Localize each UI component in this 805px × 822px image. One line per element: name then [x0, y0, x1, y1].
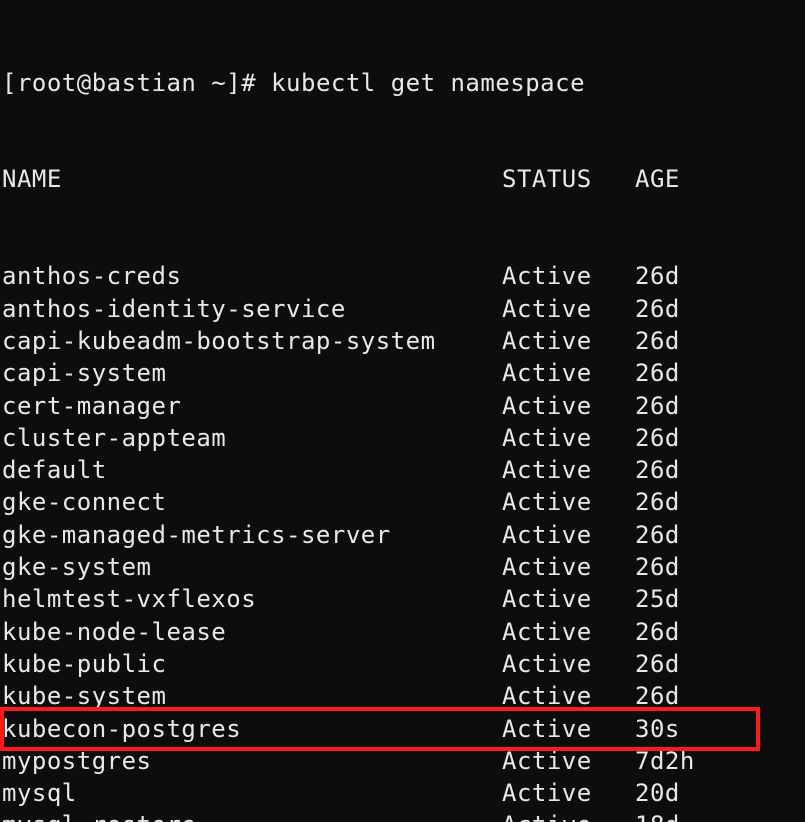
cell-name: cluster-appteam [2, 422, 502, 454]
cell-age: 26d [635, 325, 785, 357]
cell-age: 25d [635, 583, 785, 615]
cell-status: Active [502, 357, 635, 389]
cell-status: Active [502, 325, 635, 357]
cell-age: 30s [635, 713, 785, 745]
cell-age: 18d [635, 809, 785, 822]
terminal-output: [root@bastian ~]# kubectl get namespace … [0, 0, 805, 822]
table-row: gke-connectActive26d [2, 486, 805, 518]
table-row: anthos-identity-serviceActive26d [2, 293, 805, 325]
cell-name: kube-node-lease [2, 616, 502, 648]
table-row: gke-systemActive26d [2, 551, 805, 583]
cell-age: 26d [635, 422, 785, 454]
cell-name: anthos-creds [2, 260, 502, 292]
table-row: mysqlActive20d [2, 777, 805, 809]
cell-status: Active [502, 293, 635, 325]
cell-status: Active [502, 777, 635, 809]
cell-status: Active [502, 551, 635, 583]
cell-age: 26d [635, 454, 785, 486]
cell-name: helmtest-vxflexos [2, 583, 502, 615]
table-row: kubecon-postgresActive30s [2, 713, 805, 745]
cell-status: Active [502, 680, 635, 712]
cell-name: gke-system [2, 551, 502, 583]
table-row: cluster-appteamActive26d [2, 422, 805, 454]
cell-status: Active [502, 454, 635, 486]
header-status: STATUS [502, 163, 635, 195]
cell-age: 26d [635, 551, 785, 583]
table-row: capi-kubeadm-bootstrap-systemActive26d [2, 325, 805, 357]
table-row: anthos-credsActive26d [2, 260, 805, 292]
cell-status: Active [502, 519, 635, 551]
cell-name: mysql [2, 777, 502, 809]
table-header-row: NAME STATUS AGE [2, 163, 805, 195]
cell-name: kube-system [2, 680, 502, 712]
table-row: mypostgresActive7d2h [2, 745, 805, 777]
cell-age: 26d [635, 293, 785, 325]
cell-status: Active [502, 390, 635, 422]
cell-age: 20d [635, 777, 785, 809]
cell-age: 7d2h [635, 745, 785, 777]
cell-name: mypostgres [2, 745, 502, 777]
cell-age: 26d [635, 616, 785, 648]
cell-name: default [2, 454, 502, 486]
cell-status: Active [502, 422, 635, 454]
cell-name: anthos-identity-service [2, 293, 502, 325]
cell-name: gke-managed-metrics-server [2, 519, 502, 551]
cell-status: Active [502, 486, 635, 518]
cell-status: Active [502, 648, 635, 680]
cell-age: 26d [635, 390, 785, 422]
cell-name: cert-manager [2, 390, 502, 422]
cell-name: kubecon-postgres [2, 713, 502, 745]
cell-age: 26d [635, 260, 785, 292]
shell-command: kubectl get namespace [271, 69, 585, 97]
table-row: kube-node-leaseActive26d [2, 616, 805, 648]
header-age: AGE [635, 163, 785, 195]
shell-prompt-line: [root@bastian ~]# kubectl get namespace [2, 67, 805, 99]
table-row: kube-systemActive26d [2, 680, 805, 712]
cell-age: 26d [635, 357, 785, 389]
cell-age: 26d [635, 486, 785, 518]
cell-age: 26d [635, 680, 785, 712]
cell-age: 26d [635, 519, 785, 551]
cell-status: Active [502, 809, 635, 822]
cell-status: Active [502, 713, 635, 745]
cell-name: capi-kubeadm-bootstrap-system [2, 325, 502, 357]
table-row: cert-managerActive26d [2, 390, 805, 422]
table-row: helmtest-vxflexosActive25d [2, 583, 805, 615]
table-body: anthos-credsActive26danthos-identity-ser… [2, 260, 805, 822]
cell-status: Active [502, 745, 635, 777]
cell-status: Active [502, 616, 635, 648]
cell-name: gke-connect [2, 486, 502, 518]
table-row: gke-managed-metrics-serverActive26d [2, 519, 805, 551]
table-row: mysql-restoreActive18d [2, 809, 805, 822]
cell-status: Active [502, 260, 635, 292]
cell-name: mysql-restore [2, 809, 502, 822]
cell-name: capi-system [2, 357, 502, 389]
table-row: capi-systemActive26d [2, 357, 805, 389]
table-row: kube-publicActive26d [2, 648, 805, 680]
header-name: NAME [2, 163, 502, 195]
shell-prompt: [root@bastian ~]# [2, 69, 271, 97]
table-row: defaultActive26d [2, 454, 805, 486]
cell-name: kube-public [2, 648, 502, 680]
cell-age: 26d [635, 648, 785, 680]
cell-status: Active [502, 583, 635, 615]
